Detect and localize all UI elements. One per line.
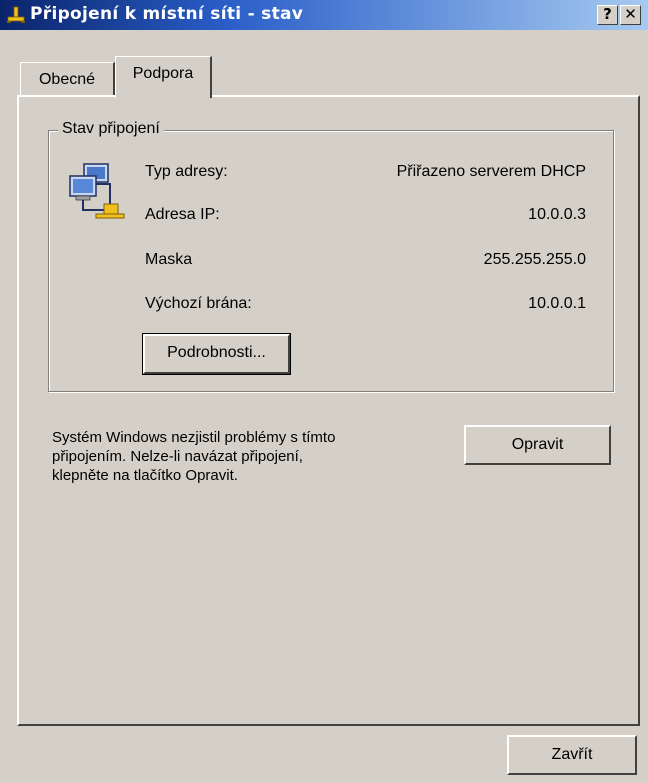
repair-message: Systém Windows nezjistil problémy s tímt…: [52, 428, 442, 485]
help-button[interactable]: ?: [597, 5, 618, 25]
default-gateway-label: Výchozí brána:: [145, 295, 252, 312]
network-icon: [7, 6, 25, 23]
status-dialog: Připojení k místní síti - stav ? ✕ Obecn…: [0, 0, 648, 783]
network-connection-icon: [69, 163, 125, 219]
details-button[interactable]: Podrobnosti...: [142, 333, 291, 375]
close-button[interactable]: Zavřít: [507, 735, 637, 775]
window-title: Připojení k místní síti - stav: [30, 4, 304, 24]
tab-general[interactable]: Obecné: [20, 62, 115, 95]
default-gateway-value: 10.0.0.1: [528, 295, 586, 312]
title-bar[interactable]: Připojení k místní síti - stav ? ✕: [0, 0, 648, 30]
repair-button[interactable]: Opravit: [464, 425, 611, 465]
group-title: Stav připojení: [58, 120, 164, 138]
repair-message-line: připojením. Nelze-li navázat připojení,: [52, 448, 303, 465]
repair-message-line: Systém Windows nezjistil problémy s tímt…: [52, 429, 336, 446]
close-window-button[interactable]: ✕: [620, 5, 641, 25]
address-type-label: Typ adresy:: [145, 163, 228, 180]
ip-address-value: 10.0.0.3: [528, 206, 586, 223]
ip-address-label: Adresa IP:: [145, 206, 220, 223]
repair-message-line: klepněte na tlačítko Opravit.: [52, 467, 238, 484]
subnet-mask-label: Maska: [145, 251, 193, 268]
tab-support[interactable]: Podpora: [115, 56, 212, 98]
subnet-mask-value: 255.255.255.0: [483, 251, 586, 268]
address-type-value: Přiřazeno serverem DHCP: [396, 163, 586, 180]
